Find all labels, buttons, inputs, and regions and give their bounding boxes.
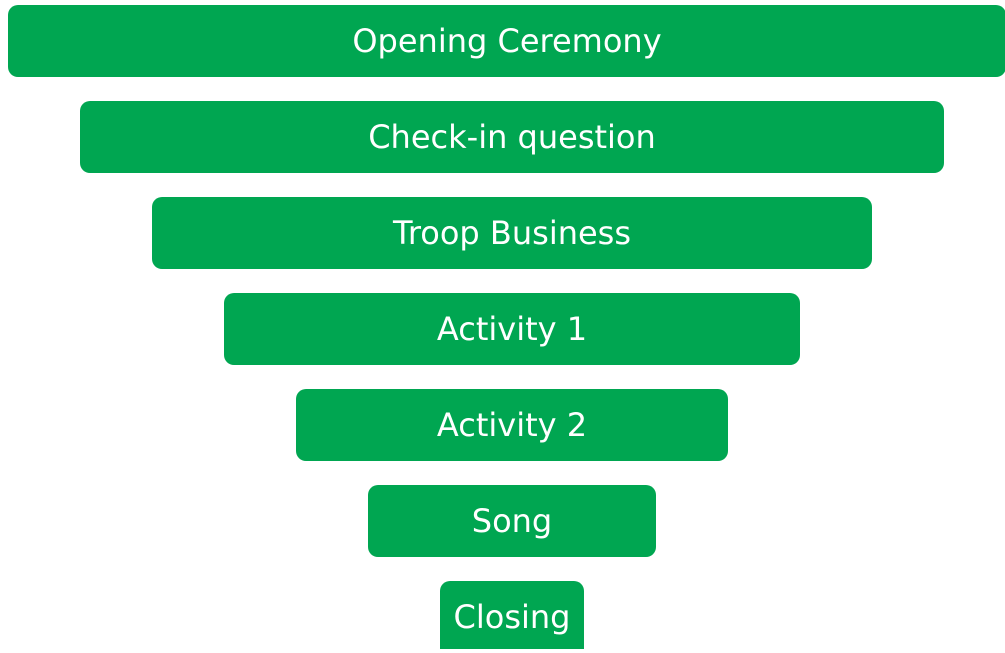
funnel-step-label: Closing bbox=[453, 598, 571, 636]
funnel-step-label: Opening Ceremony bbox=[352, 22, 662, 60]
funnel-step-label: Activity 1 bbox=[436, 310, 588, 348]
funnel-step-activity-2: Activity 2 bbox=[296, 389, 728, 461]
funnel-step-label: Activity 2 bbox=[436, 406, 588, 444]
funnel-step-activity-1: Activity 1 bbox=[224, 293, 800, 365]
funnel-step-troop-business: Troop Business bbox=[152, 197, 872, 269]
funnel-step-label: Check-in question bbox=[368, 118, 656, 156]
funnel-step-opening-ceremony: Opening Ceremony bbox=[8, 5, 1005, 77]
funnel-diagram: Opening Ceremony Check-in question Troop… bbox=[0, 0, 1005, 649]
funnel-step-song: Song bbox=[368, 485, 656, 557]
funnel-step-check-in-question: Check-in question bbox=[80, 101, 944, 173]
funnel-step-closing: Closing bbox=[440, 581, 584, 649]
funnel-step-label: Song bbox=[471, 502, 553, 540]
funnel-step-label: Troop Business bbox=[392, 214, 632, 252]
